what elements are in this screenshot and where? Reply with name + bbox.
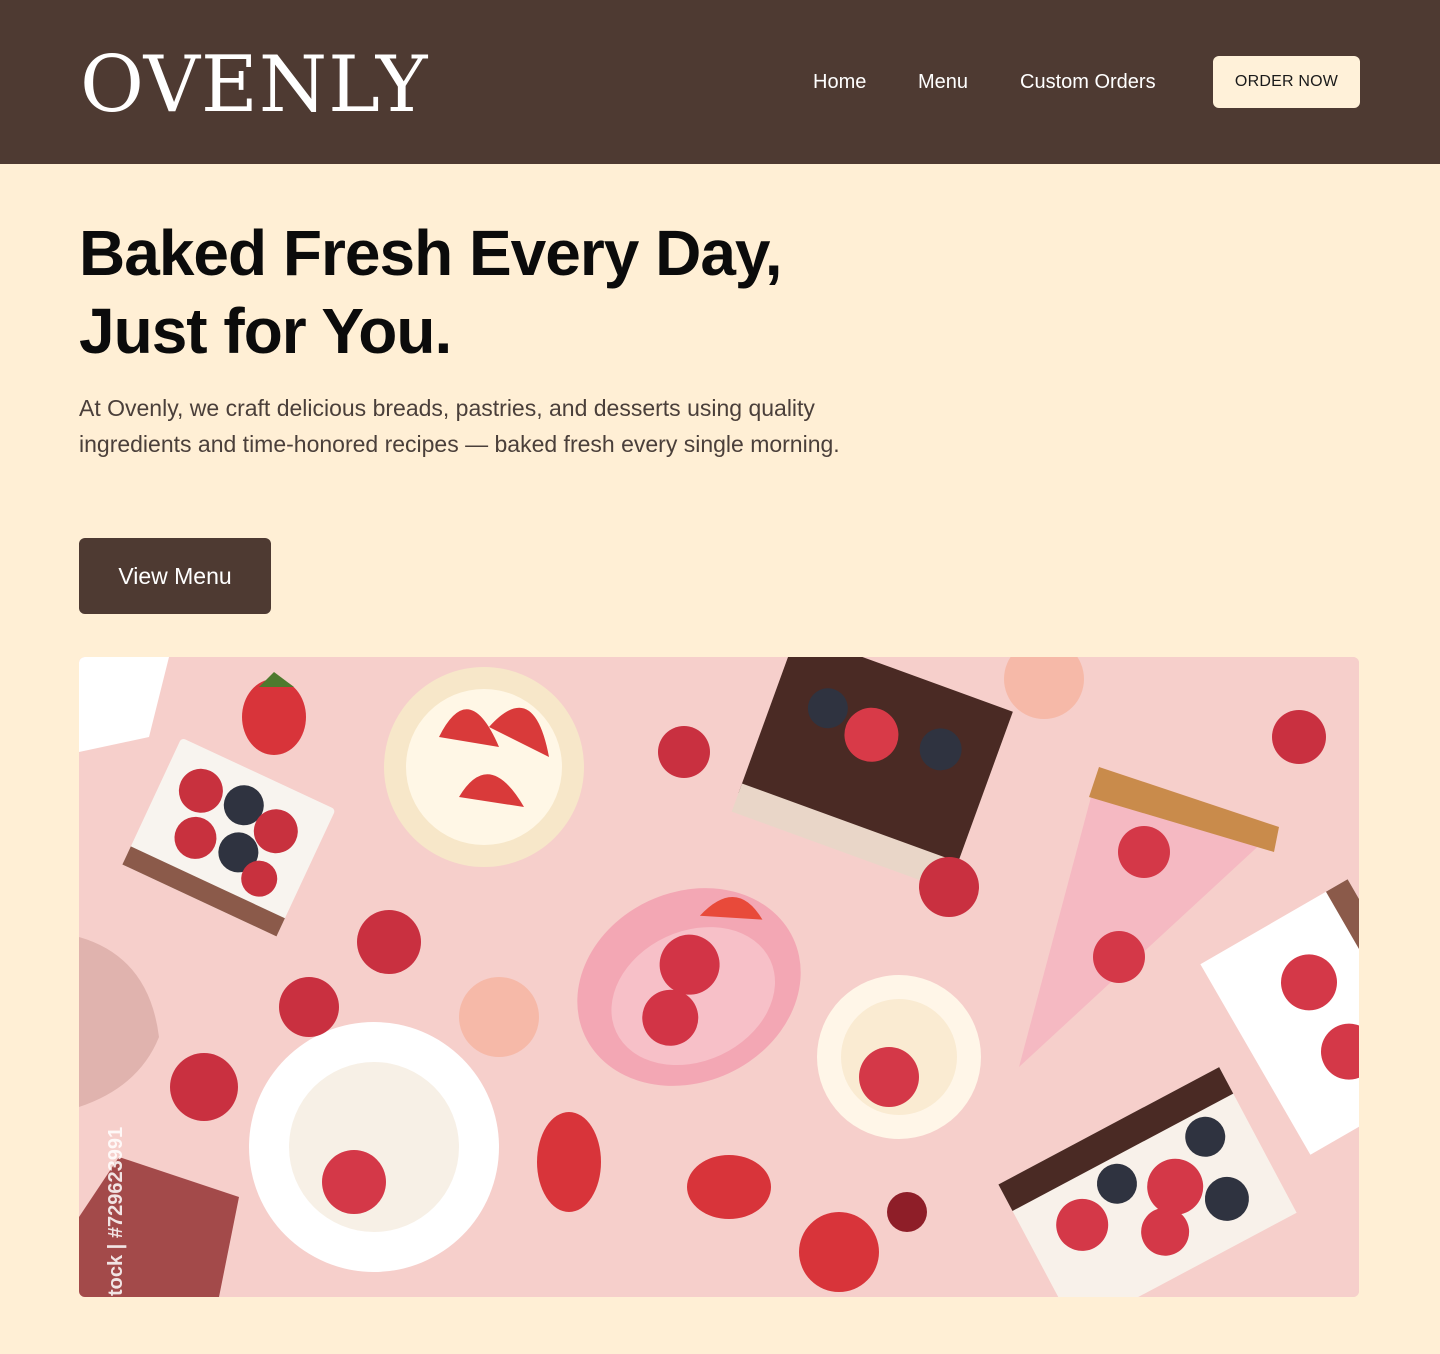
view-menu-button[interactable]: View Menu xyxy=(79,538,271,614)
site-header: OVENLY Home Menu Custom Orders ORDER NOW xyxy=(0,0,1440,164)
order-now-button[interactable]: ORDER NOW xyxy=(1213,56,1360,108)
brand-logo[interactable]: OVENLY xyxy=(80,40,428,130)
watermark-label: tock | #729623991 xyxy=(105,1127,127,1296)
hero-dessert-image xyxy=(79,657,1359,1297)
hero-title-line-2: Just for You. xyxy=(79,295,452,367)
nav-home-link[interactable]: Home xyxy=(813,68,866,96)
dessert-illustration xyxy=(79,657,1359,1297)
image-watermark: tock | #729623991 xyxy=(96,1110,136,1305)
watermark-text: tock | #729623991 xyxy=(105,1127,127,1296)
hero-title-line-1: Baked Fresh Every Day, xyxy=(79,217,783,289)
nav-menu-link[interactable]: Menu xyxy=(918,68,968,96)
hero-title: Baked Fresh Every Day, Just for You. xyxy=(79,214,979,370)
hero-description: At Ovenly, we craft delicious breads, pa… xyxy=(79,395,840,457)
nav-custom-orders-link[interactable]: Custom Orders xyxy=(1020,68,1156,96)
